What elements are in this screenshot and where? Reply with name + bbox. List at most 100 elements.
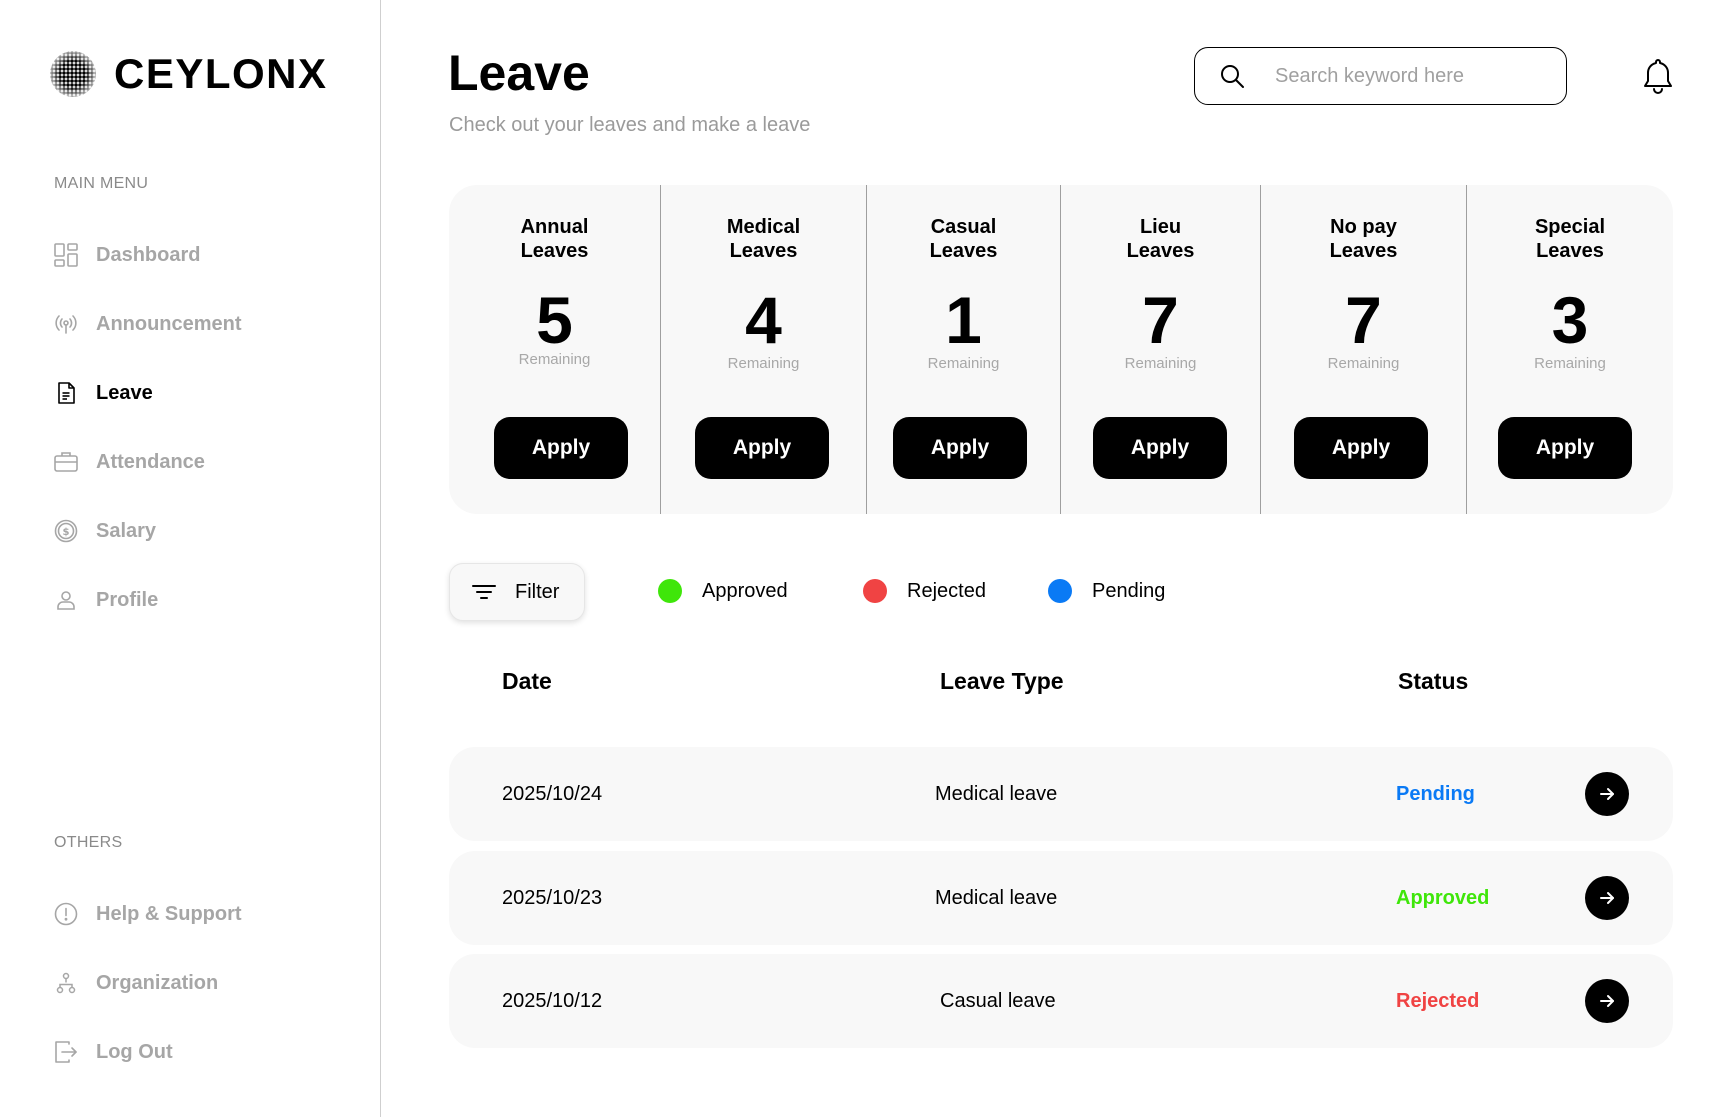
- row-date: 2025/10/23: [502, 886, 603, 909]
- leave-card-remaining: Remaining: [1534, 355, 1606, 372]
- sidebar-item-attendance[interactable]: Attendance: [54, 450, 205, 474]
- logo-mark-icon: [50, 51, 96, 97]
- legend-label: Rejected: [907, 579, 986, 602]
- leave-card-count: 1: [945, 283, 982, 357]
- leave-card-title: Annual Leaves: [520, 216, 589, 262]
- row-status: Approved: [1396, 886, 1490, 909]
- sidebar-item-label: Profile: [96, 588, 159, 611]
- leave-card-title: Casual Leaves: [929, 216, 998, 262]
- sidebar: CEYLONX MAIN MENU Dashboard Announcement…: [0, 0, 381, 1117]
- apply-casual-button[interactable]: Apply: [893, 417, 1027, 479]
- leave-card-remaining: Remaining: [1124, 355, 1197, 372]
- column-header-status: Status: [1398, 668, 1469, 694]
- sidebar-item-profile[interactable]: Profile: [54, 588, 158, 612]
- sidebar-item-label: Attendance: [96, 450, 205, 473]
- legend-label: Approved: [702, 579, 788, 602]
- sidebar-item-label: Salary: [96, 519, 157, 542]
- approved-dot-icon: [658, 579, 682, 603]
- leave-card-count: 7: [1345, 283, 1382, 357]
- row-leave-type: Medical leave: [935, 782, 1058, 805]
- leave-card-count: 4: [745, 283, 782, 357]
- rejected-dot-icon: [863, 579, 887, 603]
- row-leave-type: Casual leave: [940, 989, 1056, 1012]
- leave-card-remaining: Remaining: [927, 355, 1000, 372]
- svg-text:$: $: [63, 527, 70, 538]
- row-details-button[interactable]: [1585, 876, 1629, 920]
- brand-name: CEYLONX: [114, 50, 328, 97]
- leave-card-remaining: Remaining: [1327, 355, 1400, 372]
- sidebar-item-label: Dashboard: [96, 243, 201, 266]
- leave-card-casual: Casual Leaves 1 Remaining Apply: [867, 185, 1061, 514]
- row-status: Rejected: [1396, 989, 1480, 1012]
- arrow-right-icon: [1600, 995, 1614, 1007]
- sidebar-item-help-support[interactable]: Help & Support: [54, 902, 242, 926]
- leave-card-lieu: Lieu Leaves 7 Remaining Apply: [1061, 185, 1261, 514]
- row-date: 2025/10/24: [502, 782, 603, 805]
- column-header-date: Date: [502, 668, 552, 694]
- sidebar-item-logout[interactable]: Log Out: [54, 1040, 173, 1064]
- leave-card-title: Medical Leaves: [726, 216, 801, 262]
- legend-pending: Pending: [1048, 579, 1165, 603]
- sidebar-item-announcement[interactable]: Announcement: [54, 312, 242, 336]
- sidebar-item-leave[interactable]: Leave: [54, 381, 153, 405]
- leave-card-annual: Annual Leaves 5 Remaining Apply: [449, 185, 661, 514]
- sidebar-item-label: Help & Support: [96, 902, 242, 925]
- broadcast-icon: [54, 312, 78, 336]
- bell-icon[interactable]: [1641, 57, 1675, 95]
- legend-label: Pending: [1092, 579, 1166, 602]
- user-icon: [54, 588, 78, 612]
- leave-card-title: No pay Leaves: [1329, 216, 1398, 262]
- others-label: OTHERS: [54, 834, 123, 851]
- row-status: Pending: [1396, 782, 1475, 805]
- briefcase-icon: [54, 450, 78, 474]
- search-icon: [1221, 65, 1244, 88]
- sidebar-item-organization[interactable]: Organization: [54, 971, 218, 995]
- row-details-button[interactable]: [1585, 772, 1629, 816]
- sidebar-item-label: Organization: [96, 971, 219, 994]
- dashboard-icon: [54, 243, 78, 267]
- legend-approved: Approved: [658, 579, 788, 603]
- sidebar-item-dashboard[interactable]: Dashboard: [54, 243, 200, 267]
- main-menu-label: MAIN MENU: [54, 175, 149, 192]
- info-icon: [54, 902, 78, 926]
- leave-card-remaining: Remaining: [518, 351, 591, 368]
- search-input[interactable]: [1275, 64, 1545, 88]
- table-row: 2025/10/12 Casual leave Rejected: [449, 954, 1673, 1048]
- legend-rejected: Rejected: [863, 579, 986, 603]
- filter-button[interactable]: Filter: [449, 563, 585, 621]
- leave-card-special: Special Leaves 3 Remaining Apply: [1467, 185, 1673, 514]
- leave-card-title: Special Leaves: [1534, 216, 1606, 262]
- sidebar-item-label: Announcement: [96, 312, 242, 335]
- filter-label: Filter: [515, 580, 560, 603]
- leave-card-count: 7: [1142, 283, 1179, 357]
- search-box[interactable]: [1194, 47, 1567, 105]
- sidebar-item-label: Leave: [96, 381, 153, 404]
- table-row: 2025/10/23 Medical leave Approved: [449, 851, 1673, 945]
- sidebar-item-label: Log Out: [96, 1040, 173, 1063]
- apply-special-button[interactable]: Apply: [1498, 417, 1632, 479]
- leave-card-count: 5: [536, 283, 573, 357]
- leave-card-medical: Medical Leaves 4 Remaining Apply: [661, 185, 867, 514]
- arrow-right-icon: [1600, 892, 1614, 904]
- apply-lieu-button[interactable]: Apply: [1093, 417, 1227, 479]
- arrow-right-icon: [1600, 788, 1614, 800]
- logout-icon: [54, 1040, 78, 1064]
- apply-no-pay-button[interactable]: Apply: [1294, 417, 1428, 479]
- leave-card-title: Lieu Leaves: [1126, 216, 1195, 262]
- leave-balance-cards: Annual Leaves 5 Remaining Apply Medical Le…: [449, 185, 1673, 514]
- leave-card-count: 3: [1551, 283, 1589, 357]
- row-leave-type: Medical leave: [935, 886, 1058, 909]
- page-title: Leave: [448, 45, 590, 101]
- sidebar-item-salary[interactable]: $ Salary: [54, 519, 156, 543]
- row-details-button[interactable]: [1585, 979, 1629, 1023]
- leave-card-remaining: Remaining: [727, 355, 800, 372]
- apply-medical-button[interactable]: Apply: [695, 417, 829, 479]
- brand-logo[interactable]: CEYLONX: [50, 50, 328, 98]
- column-header-leave-type: Leave Type: [940, 668, 1064, 694]
- apply-annual-button[interactable]: Apply: [494, 417, 628, 479]
- row-date: 2025/10/12: [502, 989, 603, 1012]
- page-subtitle: Check out your leaves and make a leave: [449, 114, 811, 136]
- dollar-icon: $: [54, 519, 78, 543]
- filter-icon: [472, 585, 496, 599]
- org-chart-icon: [54, 971, 78, 995]
